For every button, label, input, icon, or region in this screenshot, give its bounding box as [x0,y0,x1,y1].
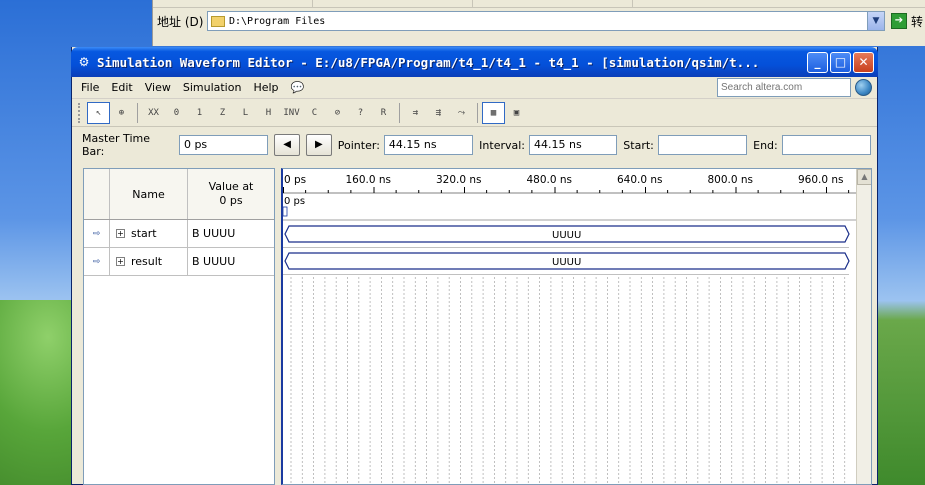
go-button[interactable]: 转 [911,13,923,30]
waveform-value-label: UUUU [552,257,581,268]
pointer-label: Pointer: [337,138,380,152]
signal-value: B UUUU [192,227,236,240]
force-low-icon[interactable]: 0 [165,102,188,124]
arbitrary-value-icon[interactable]: ? [349,102,372,124]
signal-row-result[interactable]: ⇨ + result B UUUU [84,247,274,276]
explorer-window: 地址 (D) D:\Program Files ▼ ➔ 转 [152,0,925,46]
zoom-tool-icon[interactable]: ⊕ [110,102,133,124]
timeline-label: 640.0 ns [617,174,663,186]
expand-icon[interactable]: + [116,257,125,266]
next-transition-button[interactable]: ▶ [306,134,332,156]
scroll-up-icon[interactable]: ▲ [857,169,871,185]
input-pin-icon: ⇨ [84,247,110,276]
column-value[interactable]: Value at 0 ps [188,169,274,219]
timing-sim-icon[interactable]: ⇶ [427,102,450,124]
menu-file[interactable]: File [81,81,99,94]
input-pin-icon: ⇨ [84,219,110,248]
end-label: End: [753,138,778,152]
minimize-button[interactable]: _ [807,52,828,73]
master-time-field[interactable]: 0 ps [178,135,269,155]
address-value[interactable]: D:\Program Files [229,16,325,27]
menu-view[interactable]: View [145,81,171,94]
time-bar: Master Time Bar: 0 ps ◀ ▶ Pointer: 44.15… [72,127,877,163]
interval-field[interactable]: 44.15 ns [529,135,618,155]
waveform-value-label: UUUU [552,230,581,241]
waveform-pane: Name Value at 0 ps ⇨ + start B UUUU ⇨ + … [83,168,878,485]
go-arrow-icon[interactable]: ➔ [891,13,907,29]
random-value-icon[interactable]: R [372,102,395,124]
toolbar-separator [137,102,138,123]
expand-icon[interactable]: + [116,229,125,238]
signal-value: B UUUU [192,255,236,268]
signal-table: Name Value at 0 ps ⇨ + start B UUUU ⇨ + … [83,168,275,485]
column-name[interactable]: Name [110,169,188,219]
window-title: Simulation Waveform Editor - E:/u8/FPGA/… [97,54,760,70]
column-value-line2: 0 ps [219,194,243,207]
signal-name: start [131,227,157,240]
folder-icon [211,15,225,27]
vertical-scrollbar[interactable]: ▲ [856,169,871,484]
count-value-icon[interactable]: C [303,102,326,124]
close-button[interactable]: ✕ [853,52,874,73]
timeline-label: 160.0 ns [346,174,392,186]
column-value-line1: Value at [208,180,254,193]
address-bar: 地址 (D) D:\Program Files ▼ ➔ 转 [157,10,925,32]
signal-row-start[interactable]: ⇨ + start B UUUU [84,219,274,248]
timeline-label: 960.0 ns [798,174,844,186]
weak-high-icon[interactable]: H [257,102,280,124]
overwrite-clock-icon[interactable]: ⊘ [326,102,349,124]
prev-transition-button[interactable]: ◀ [274,134,300,156]
time-marker-label: 0 ps [284,196,305,207]
waveform-canvas[interactable]: 0 ps 160.0 ns 320.0 ns 480.0 ns 640.0 ns 800.… [283,169,857,485]
menu-help[interactable]: Help [253,81,278,94]
signal-name: result [131,255,163,268]
signal-table-header: Name Value at 0 ps [84,169,274,220]
menu-bar: File Edit View Simulation Help 💬 [72,77,877,99]
menu-edit[interactable]: Edit [111,81,132,94]
functional-sim-icon[interactable]: ⇉ [404,102,427,124]
chat-help-icon[interactable]: 💬 [291,81,305,94]
explorer-toolbar [153,0,925,8]
interval-label: Interval: [479,138,526,152]
force-unknown-icon[interactable]: XX [142,102,165,124]
app-icon: ⚙ [78,55,90,69]
title-bar[interactable]: ⚙ Simulation Waveform Editor - E:/u8/FPG… [71,47,878,77]
toolbar-separator [399,102,400,123]
chevron-down-icon[interactable]: ▼ [867,12,884,30]
start-label: Start: [623,138,654,152]
timeline-label: 0 ps [284,174,306,186]
waveform-editor-window: ⚙ Simulation Waveform Editor - E:/u8/FPG… [71,47,878,485]
pointer-field[interactable]: 44.15 ns [383,135,474,155]
master-time-label: Master Time Bar: [82,132,150,158]
timeline-label: 480.0 ns [527,174,573,186]
weak-low-icon[interactable]: L [234,102,257,124]
waveform-display[interactable]: 0 ps 160.0 ns 320.0 ns 480.0 ns 640.0 ns 800.… [281,168,872,485]
timeline-label: 320.0 ns [436,174,482,186]
start-field[interactable] [657,135,748,155]
maximize-button[interactable]: □ [830,52,851,73]
toolbar-grip [78,102,81,123]
netlist-icon[interactable]: ⤳ [450,102,473,124]
select-tool-icon[interactable]: ↖ [87,101,110,124]
end-field[interactable] [781,135,872,155]
grid-icon[interactable]: ▣ [505,102,528,124]
invert-icon[interactable]: INV [280,102,303,124]
timeline-label: 800.0 ns [708,174,754,186]
time-marker [283,206,288,217]
address-input[interactable]: D:\Program Files ▼ [207,11,885,31]
globe-icon[interactable] [855,79,872,96]
search-input[interactable] [717,78,851,97]
toolbar-separator [477,102,478,123]
snap-to-grid-icon[interactable]: ▦ [482,101,505,124]
toolbar: ↖ ⊕ XX 0 1 Z L H INV C ⊘ ? R ⇉ ⇶ ⤳ ▦ ▣ [72,99,877,127]
force-highz-icon[interactable]: Z [211,102,234,124]
menu-simulation[interactable]: Simulation [183,81,242,94]
force-high-icon[interactable]: 1 [188,102,211,124]
address-label: 地址 (D) [157,14,204,29]
